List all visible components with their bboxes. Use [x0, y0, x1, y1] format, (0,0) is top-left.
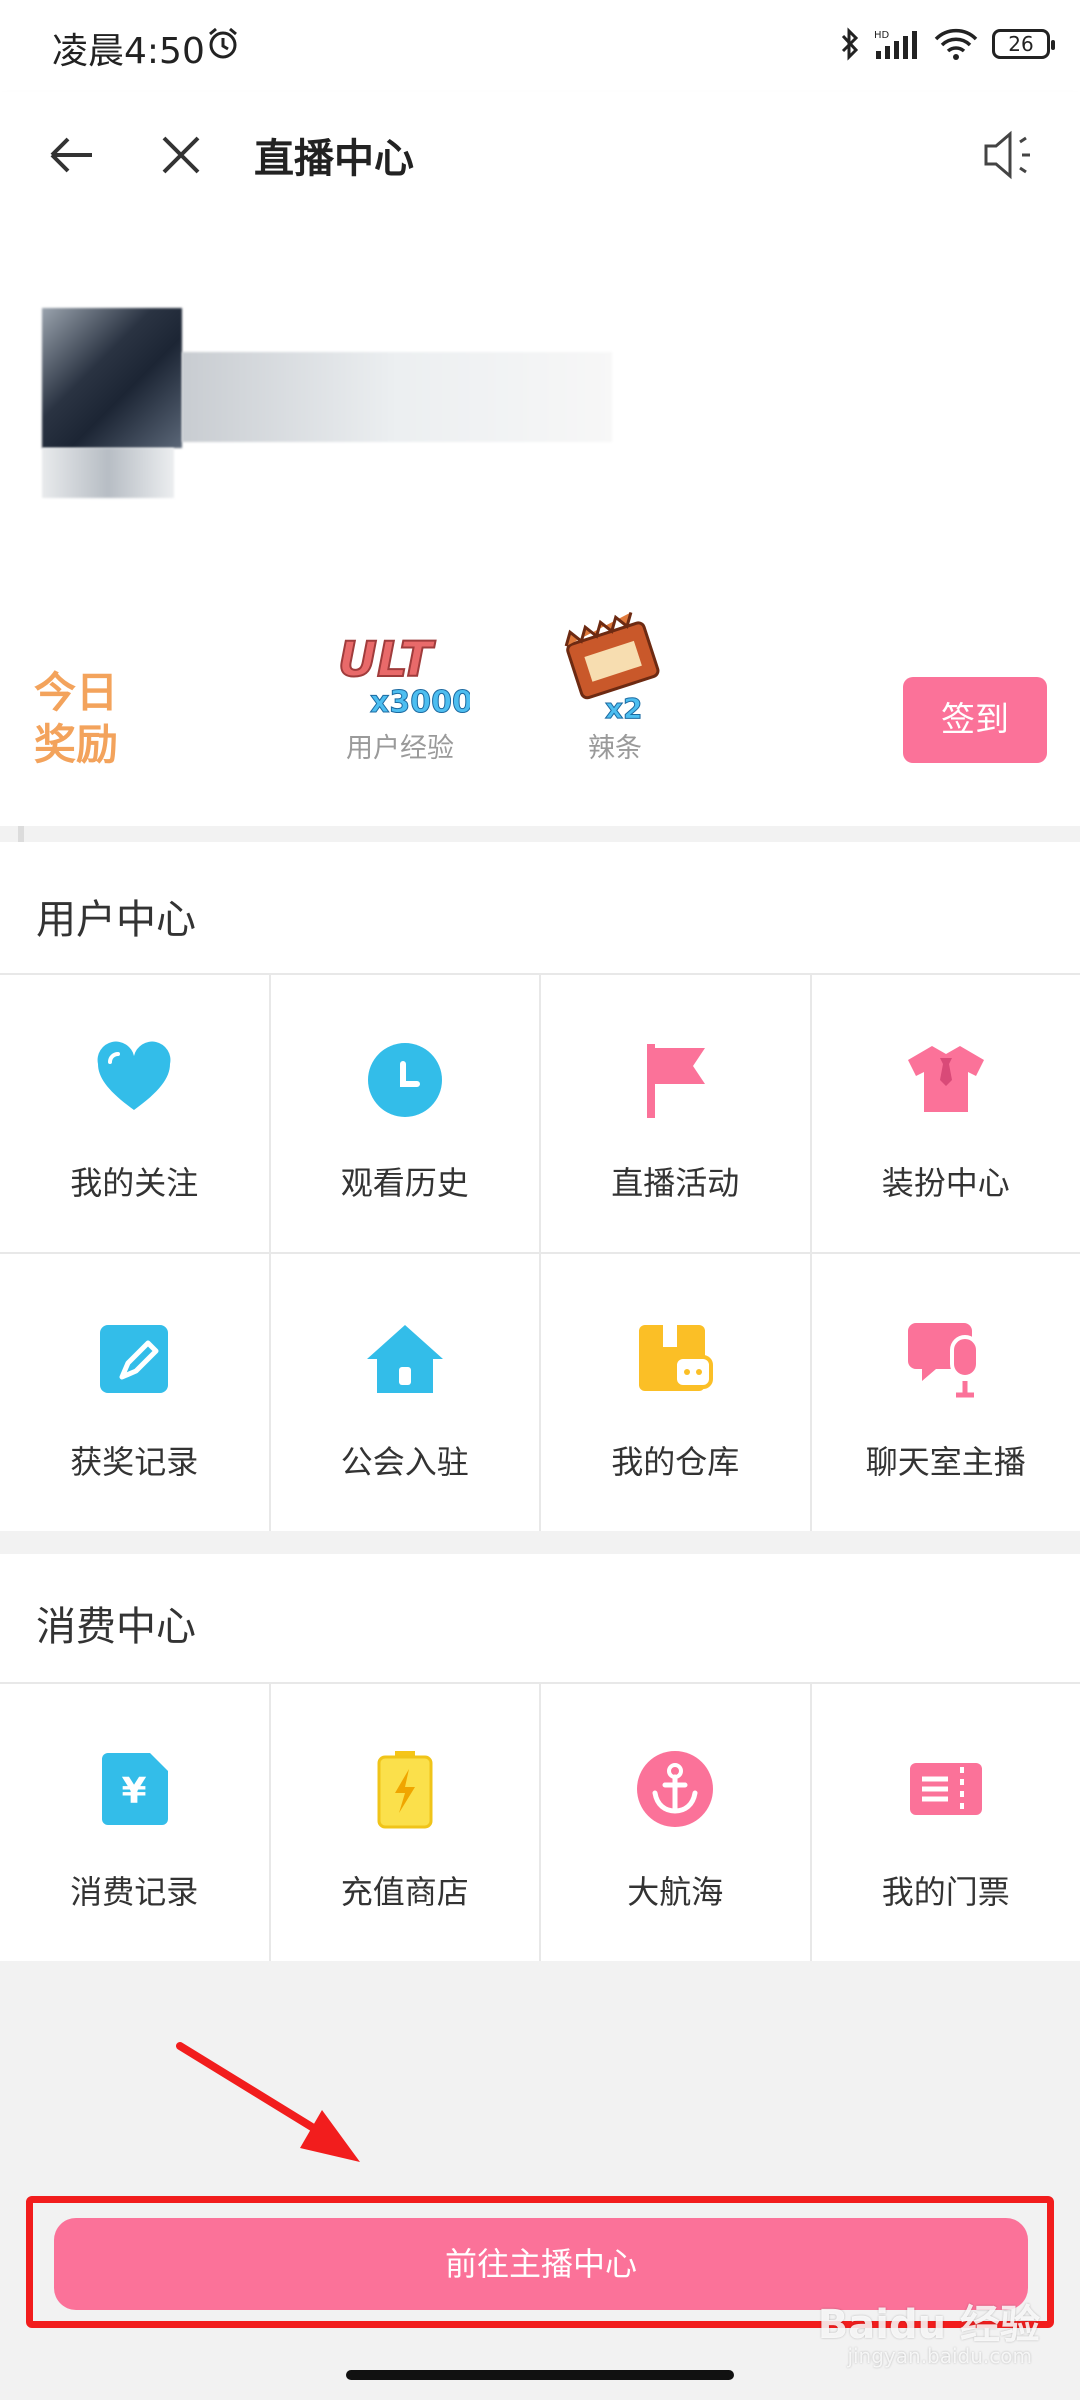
grid-item-follow[interactable]: 我的关注 [0, 975, 269, 1252]
grid-label: 直播活动 [611, 1164, 740, 1202]
profile-card[interactable] [0, 222, 1080, 922]
reward-label-latiao: 辣条 [588, 733, 642, 764]
grid-label: 装扮中心 [881, 1164, 1010, 1202]
grid-item-history[interactable]: 观看历史 [270, 975, 539, 1252]
status-icons: HD 26 [840, 24, 1055, 64]
grid-item-warehouse[interactable]: 我的仓库 [541, 1254, 810, 1531]
consume-center-header: 消费中心 [0, 1554, 1080, 1694]
reward-item-exp: ULT x3000 用户经验 [330, 612, 470, 765]
nav-bar: 直播中心 [0, 92, 1080, 222]
edit-icon [100, 1325, 169, 1393]
grid-label: 我的门票 [881, 1873, 1010, 1911]
anchor-icon [637, 1751, 714, 1827]
page-title: 直播中心 [254, 136, 414, 182]
watermark-sub: jingyan.baidu.com [847, 2344, 1032, 2368]
speaker-icon[interactable] [978, 124, 1040, 186]
grid-item-consume-record[interactable]: ¥ 消费记录 [0, 1684, 269, 1961]
wifi-icon [934, 28, 978, 60]
back-icon[interactable] [44, 128, 98, 182]
user-center-grid: 我的关注 观看历史 直播活动 装扮中心 获奖记录 公会入驻 我的仓库 聊天室主播 [0, 973, 1080, 1531]
close-icon[interactable] [154, 128, 208, 182]
alarm-icon [209, 27, 237, 59]
reward-item-latiao: x2 辣条 [555, 612, 675, 765]
grid-item-chatroom[interactable]: 聊天室主播 [811, 1254, 1080, 1531]
mic-chat-icon [907, 1323, 980, 1398]
svg-text:HD: HD [874, 30, 890, 41]
status-bar: 凌晨4:50 HD 26 [0, 0, 1080, 92]
user-center-title: 用户中心 [36, 897, 196, 943]
avatar [42, 308, 182, 448]
ult-exp-icon: ULT x3000 [337, 631, 470, 721]
grid-label: 大航海 [627, 1873, 724, 1911]
bluetooth-icon [841, 27, 859, 61]
shirt-icon [907, 1046, 984, 1112]
grid-label: 聊天室主播 [865, 1443, 1026, 1481]
today-reward-label: 今日奖励 [34, 668, 119, 769]
signal-icon: HD [874, 30, 917, 59]
latiao-icon: x2 [564, 612, 660, 722]
box-icon [639, 1325, 714, 1391]
grid-item-recharge[interactable]: 充值商店 [270, 1684, 539, 1961]
grid-label: 观看历史 [340, 1164, 469, 1202]
user-info [182, 352, 612, 442]
house-icon [366, 1325, 443, 1393]
grid-item-activity[interactable]: 直播活动 [541, 975, 810, 1252]
grid-label: 我的关注 [70, 1164, 199, 1202]
grid-item-voyage[interactable]: 大航海 [541, 1684, 810, 1961]
grid-label: 获奖记录 [70, 1443, 199, 1481]
clock-icon [367, 1043, 442, 1117]
battery-charge-icon [377, 1751, 433, 1829]
watermark: Baidu 经验 [817, 2302, 1040, 2348]
grid-label: 我的仓库 [611, 1443, 740, 1481]
consume-center-grid: ¥ 消费记录 充值商店 大航海 我的门票 [0, 1682, 1080, 1961]
svg-text:ULT: ULT [338, 632, 436, 688]
consume-center-title: 消费中心 [36, 1604, 196, 1650]
grid-item-dressup[interactable]: 装扮中心 [811, 975, 1080, 1252]
grid-item-tickets[interactable]: 我的门票 [811, 1684, 1080, 1961]
home-indicator[interactable] [346, 2370, 734, 2380]
svg-text:¥: ¥ [122, 1771, 147, 1812]
grid-label: 公会入驻 [340, 1443, 469, 1481]
svg-text:x3000: x3000 [370, 685, 470, 720]
heart-icon [97, 1041, 171, 1110]
reward-label-exp: 用户经验 [346, 733, 454, 764]
grid-item-prize-record[interactable]: 获奖记录 [0, 1254, 269, 1531]
checkin-button[interactable]: 签到 [903, 677, 1047, 763]
grid-item-guild[interactable]: 公会入驻 [270, 1254, 539, 1531]
user-center-header: 用户中心 [0, 842, 1080, 982]
daily-reward-panel: 今日奖励 ULT x3000 用户经验 x2 辣条 签到 [0, 612, 1080, 826]
svg-text:x2: x2 [605, 692, 643, 722]
battery-icon: 26 [992, 29, 1055, 59]
grid-label: 消费记录 [70, 1873, 199, 1911]
annotation-arrow [176, 2042, 360, 2162]
user-info-avatar-bottom [42, 448, 174, 498]
flag-icon [647, 1044, 706, 1118]
ticket-icon [909, 1763, 982, 1815]
status-time: 凌晨4:50 [52, 31, 205, 72]
yuan-icon: ¥ [102, 1753, 169, 1825]
grid-label: 充值商店 [340, 1873, 469, 1911]
